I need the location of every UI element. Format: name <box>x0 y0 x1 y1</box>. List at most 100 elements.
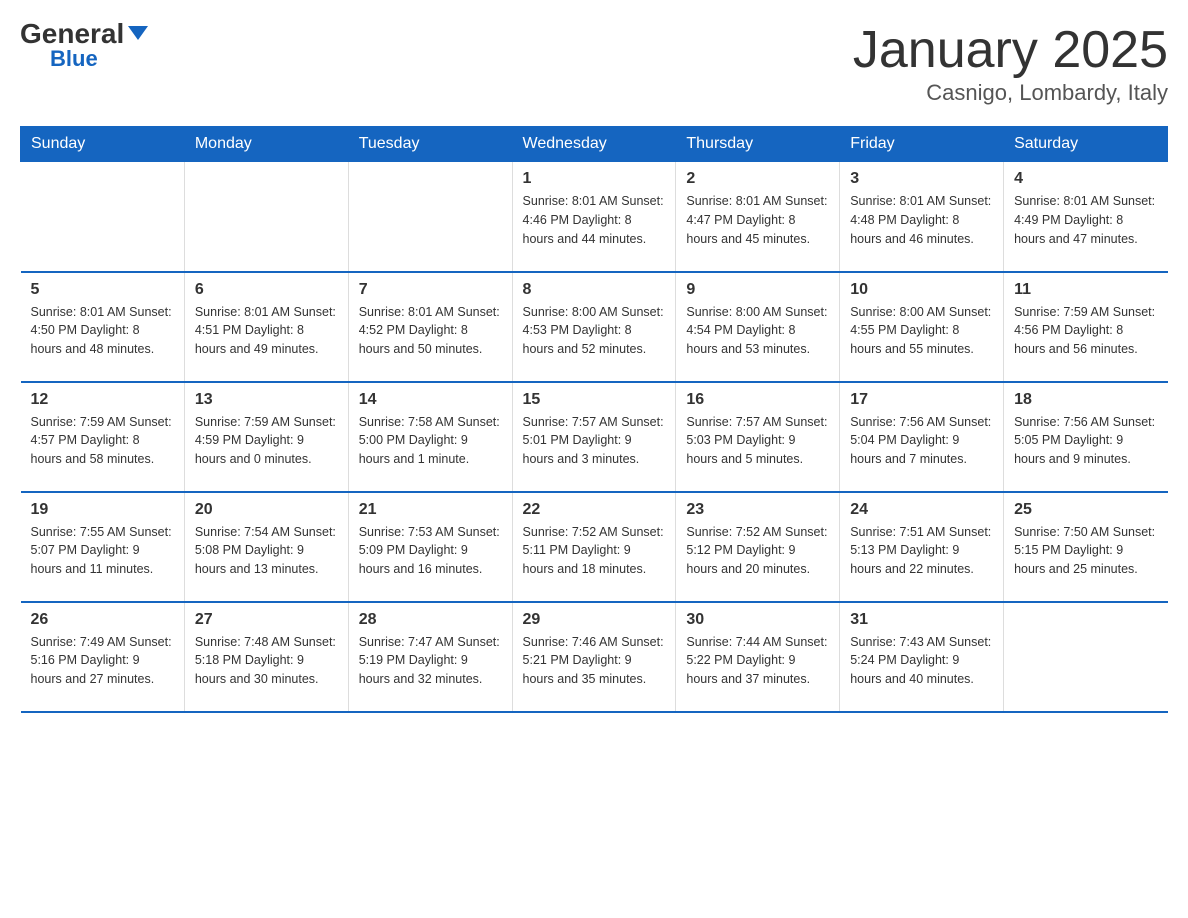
logo-triangle-icon <box>128 26 148 40</box>
calendar-day-header: Sunday <box>21 127 185 162</box>
calendar-cell: 11 Sunrise: 7:59 AM Sunset: 4:56 PM Dayli… <box>1004 272 1168 382</box>
calendar-cell <box>184 162 348 272</box>
day-info: Sunrise: 7:52 AM Sunset: 5:12 PM Dayligh… <box>686 523 829 579</box>
day-info: Sunrise: 8:00 AM Sunset: 4:54 PM Dayligh… <box>686 303 829 359</box>
day-number: 19 <box>31 501 174 519</box>
day-info: Sunrise: 7:51 AM Sunset: 5:13 PM Dayligh… <box>850 523 993 579</box>
day-number: 23 <box>686 501 829 519</box>
day-number: 17 <box>850 391 993 409</box>
day-info: Sunrise: 7:48 AM Sunset: 5:18 PM Dayligh… <box>195 633 338 689</box>
day-info: Sunrise: 7:43 AM Sunset: 5:24 PM Dayligh… <box>850 633 993 689</box>
day-info: Sunrise: 8:01 AM Sunset: 4:52 PM Dayligh… <box>359 303 502 359</box>
day-info: Sunrise: 7:59 AM Sunset: 4:56 PM Dayligh… <box>1014 303 1157 359</box>
day-info: Sunrise: 7:52 AM Sunset: 5:11 PM Dayligh… <box>523 523 666 579</box>
day-number: 5 <box>31 281 174 299</box>
day-info: Sunrise: 7:44 AM Sunset: 5:22 PM Dayligh… <box>686 633 829 689</box>
calendar-cell: 1 Sunrise: 8:01 AM Sunset: 4:46 PM Daylig… <box>512 162 676 272</box>
day-number: 9 <box>686 281 829 299</box>
calendar-cell: 8Sunrise: 8:00 AM Sunset: 4:53 PM Daylig… <box>512 272 676 382</box>
calendar-cell: 23 Sunrise: 7:52 AM Sunset: 5:12 PM Dayli… <box>676 492 840 602</box>
day-number: 27 <box>195 611 338 629</box>
day-info: Sunrise: 8:01 AM Sunset: 4:51 PM Dayligh… <box>195 303 338 359</box>
calendar-cell: 17 Sunrise: 7:56 AM Sunset: 5:04 PM Dayli… <box>840 382 1004 492</box>
calendar-cell: 3Sunrise: 8:01 AM Sunset: 4:48 PM Daylig… <box>840 162 1004 272</box>
calendar-cell: 28Sunrise: 7:47 AM Sunset: 5:19 PM Dayli… <box>348 602 512 712</box>
day-number: 15 <box>523 391 666 409</box>
logo-general-text: General <box>20 20 124 48</box>
day-number: 2 <box>686 170 829 188</box>
calendar-cell: 19 Sunrise: 7:55 AM Sunset: 5:07 PM Dayli… <box>21 492 185 602</box>
calendar-cell: 9 Sunrise: 8:00 AM Sunset: 4:54 PM Daylig… <box>676 272 840 382</box>
calendar-cell: 12 Sunrise: 7:59 AM Sunset: 4:57 PM Dayli… <box>21 382 185 492</box>
day-info: Sunrise: 7:55 AM Sunset: 5:07 PM Dayligh… <box>31 523 174 579</box>
day-info: Sunrise: 8:01 AM Sunset: 4:46 PM Dayligh… <box>523 192 666 248</box>
calendar-cell: 5 Sunrise: 8:01 AM Sunset: 4:50 PM Daylig… <box>21 272 185 382</box>
calendar-week-row: 19 Sunrise: 7:55 AM Sunset: 5:07 PM Dayli… <box>21 492 1168 602</box>
calendar-cell: 21 Sunrise: 7:53 AM Sunset: 5:09 PM Dayli… <box>348 492 512 602</box>
calendar-week-row: 12 Sunrise: 7:59 AM Sunset: 4:57 PM Dayli… <box>21 382 1168 492</box>
calendar-table: SundayMondayTuesdayWednesdayThursdayFrid… <box>20 126 1168 713</box>
day-number: 21 <box>359 501 502 519</box>
day-number: 14 <box>359 391 502 409</box>
calendar-cell: 15 Sunrise: 7:57 AM Sunset: 5:01 PM Dayli… <box>512 382 676 492</box>
day-info: Sunrise: 7:53 AM Sunset: 5:09 PM Dayligh… <box>359 523 502 579</box>
day-number: 24 <box>850 501 993 519</box>
logo: General Blue <box>20 20 148 70</box>
day-number: 3 <box>850 170 993 188</box>
day-number: 30 <box>686 611 829 629</box>
day-info: Sunrise: 7:56 AM Sunset: 5:04 PM Dayligh… <box>850 413 993 469</box>
calendar-cell: 7 Sunrise: 8:01 AM Sunset: 4:52 PM Daylig… <box>348 272 512 382</box>
calendar-cell: 20 Sunrise: 7:54 AM Sunset: 5:08 PM Dayli… <box>184 492 348 602</box>
day-number: 12 <box>31 391 174 409</box>
day-info: Sunrise: 7:50 AM Sunset: 5:15 PM Dayligh… <box>1014 523 1157 579</box>
day-number: 10 <box>850 281 993 299</box>
calendar-cell: 18 Sunrise: 7:56 AM Sunset: 5:05 PM Dayli… <box>1004 382 1168 492</box>
calendar-cell: 22 Sunrise: 7:52 AM Sunset: 5:11 PM Dayli… <box>512 492 676 602</box>
day-info: Sunrise: 7:54 AM Sunset: 5:08 PM Dayligh… <box>195 523 338 579</box>
calendar-day-header: Wednesday <box>512 127 676 162</box>
day-number: 20 <box>195 501 338 519</box>
calendar-week-row: 5 Sunrise: 8:01 AM Sunset: 4:50 PM Daylig… <box>21 272 1168 382</box>
day-info: Sunrise: 7:57 AM Sunset: 5:01 PM Dayligh… <box>523 413 666 469</box>
calendar-cell: 10 Sunrise: 8:00 AM Sunset: 4:55 PM Dayli… <box>840 272 1004 382</box>
day-number: 13 <box>195 391 338 409</box>
day-info: Sunrise: 7:59 AM Sunset: 4:57 PM Dayligh… <box>31 413 174 469</box>
day-number: 6 <box>195 281 338 299</box>
calendar-day-header: Saturday <box>1004 127 1168 162</box>
calendar-cell: 25Sunrise: 7:50 AM Sunset: 5:15 PM Dayli… <box>1004 492 1168 602</box>
calendar-cell <box>1004 602 1168 712</box>
calendar-header-row: SundayMondayTuesdayWednesdayThursdayFrid… <box>21 127 1168 162</box>
calendar-cell: 29 Sunrise: 7:46 AM Sunset: 5:21 PM Dayli… <box>512 602 676 712</box>
day-number: 29 <box>523 611 666 629</box>
calendar-day-header: Tuesday <box>348 127 512 162</box>
day-number: 7 <box>359 281 502 299</box>
day-info: Sunrise: 8:00 AM Sunset: 4:55 PM Dayligh… <box>850 303 993 359</box>
day-number: 18 <box>1014 391 1157 409</box>
calendar-day-header: Thursday <box>676 127 840 162</box>
calendar-cell: 4Sunrise: 8:01 AM Sunset: 4:49 PM Daylig… <box>1004 162 1168 272</box>
page-header: General Blue January 2025 Casnigo, Lomba… <box>20 20 1168 106</box>
day-number: 31 <box>850 611 993 629</box>
month-title: January 2025 <box>853 20 1168 80</box>
title-section: January 2025 Casnigo, Lombardy, Italy <box>853 20 1168 106</box>
day-info: Sunrise: 7:58 AM Sunset: 5:00 PM Dayligh… <box>359 413 502 469</box>
day-number: 16 <box>686 391 829 409</box>
day-info: Sunrise: 7:56 AM Sunset: 5:05 PM Dayligh… <box>1014 413 1157 469</box>
calendar-cell: 2 Sunrise: 8:01 AM Sunset: 4:47 PM Daylig… <box>676 162 840 272</box>
day-info: Sunrise: 7:59 AM Sunset: 4:59 PM Dayligh… <box>195 413 338 469</box>
day-info: Sunrise: 7:49 AM Sunset: 5:16 PM Dayligh… <box>31 633 174 689</box>
day-number: 11 <box>1014 281 1157 299</box>
day-info: Sunrise: 8:01 AM Sunset: 4:50 PM Dayligh… <box>31 303 174 359</box>
day-number: 4 <box>1014 170 1157 188</box>
day-number: 28 <box>359 611 502 629</box>
calendar-week-row: 26 Sunrise: 7:49 AM Sunset: 5:16 PM Dayli… <box>21 602 1168 712</box>
day-number: 26 <box>31 611 174 629</box>
calendar-day-header: Friday <box>840 127 1004 162</box>
day-info: Sunrise: 8:01 AM Sunset: 4:47 PM Dayligh… <box>686 192 829 248</box>
calendar-cell: 13 Sunrise: 7:59 AM Sunset: 4:59 PM Dayli… <box>184 382 348 492</box>
day-number: 1 <box>523 170 666 188</box>
calendar-cell: 6 Sunrise: 8:01 AM Sunset: 4:51 PM Daylig… <box>184 272 348 382</box>
day-number: 22 <box>523 501 666 519</box>
calendar-cell <box>21 162 185 272</box>
day-info: Sunrise: 7:46 AM Sunset: 5:21 PM Dayligh… <box>523 633 666 689</box>
